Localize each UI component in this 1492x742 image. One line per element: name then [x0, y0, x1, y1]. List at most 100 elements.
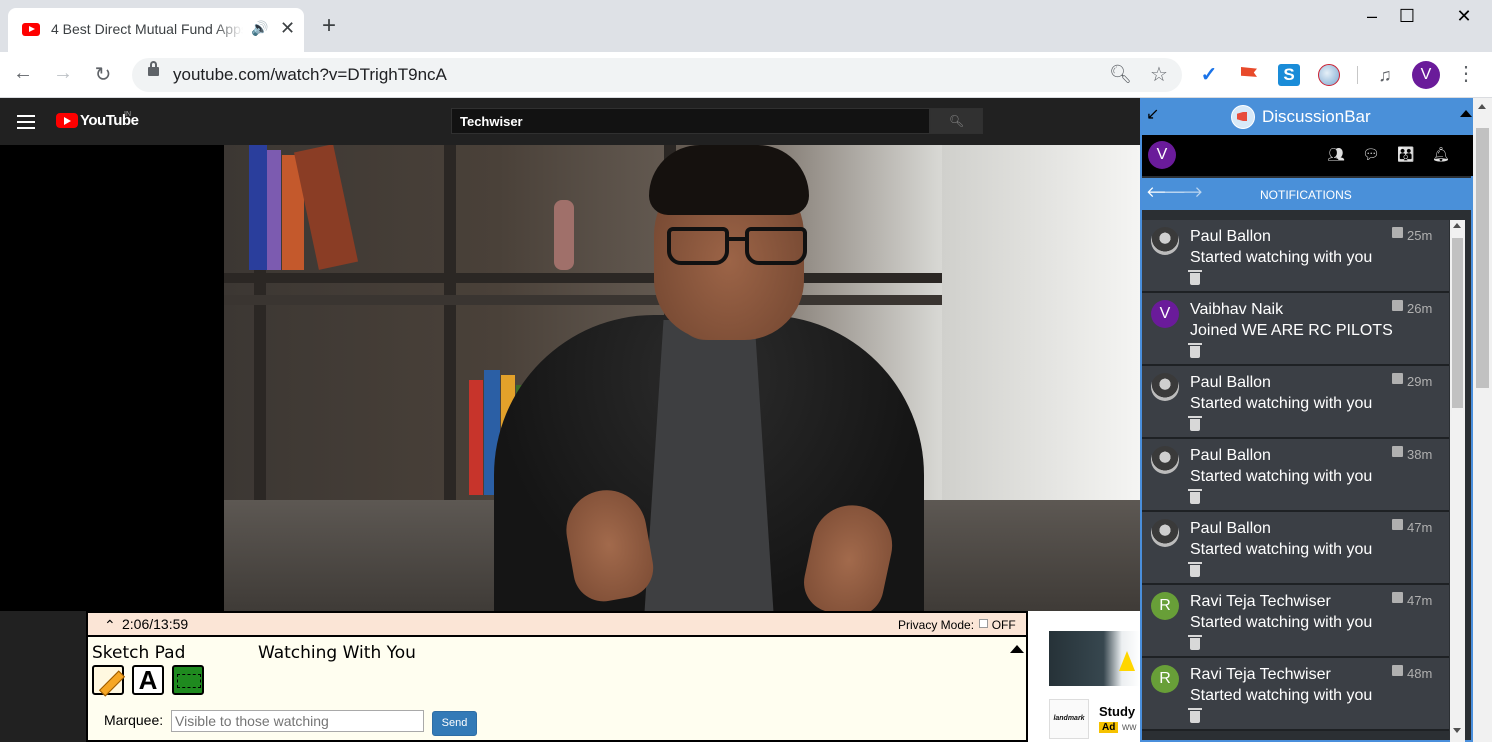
notification-name[interactable]: Ravi Teja Techwiser	[1190, 666, 1331, 684]
trash-icon[interactable]	[1188, 270, 1202, 285]
browser-tab[interactable]: 4 Best Direct Mutual Fund Apps 🔊 ✕	[8, 8, 304, 52]
scroll-up-icon[interactable]	[1478, 104, 1486, 109]
user-avatar[interactable]: V	[1148, 141, 1176, 169]
notifications-nav: 🡐 🡒 NOTIFICATIONS	[1142, 178, 1473, 210]
address-bar[interactable]: youtube.com/watch?v=DTrighT9ncA 🔍︎ ☆	[132, 58, 1182, 92]
forward-icon[interactable]: →	[49, 62, 77, 85]
youtube-search-input[interactable]: Techwiser	[451, 108, 930, 134]
youtube-logo-icon[interactable]	[56, 113, 78, 128]
collapse-triangle-icon[interactable]	[1010, 645, 1024, 653]
notification-name[interactable]: Vaibhav Naik	[1190, 301, 1283, 319]
pencil-tool-icon[interactable]	[92, 665, 124, 695]
calendar-icon	[1392, 665, 1403, 676]
privacy-checkbox[interactable]	[979, 619, 989, 628]
ad-thumbnail[interactable]	[1049, 631, 1140, 686]
notification-name[interactable]: Ravi Teja Techwiser	[1190, 593, 1331, 611]
forward-arrow-icon[interactable]: 🡒	[1163, 182, 1203, 201]
trash-icon[interactable]	[1188, 416, 1202, 431]
sidebar-ad[interactable]: landmark Study A Ad ww	[1028, 611, 1140, 742]
notification-time: 47m	[1407, 593, 1433, 608]
notification-avatar[interactable]	[1151, 446, 1179, 474]
notification-item[interactable]: Paul Ballon Started watching with you 47m	[1142, 512, 1449, 585]
profile-avatar[interactable]: V	[1412, 61, 1440, 89]
speaker-icon[interactable]: 🔊	[251, 20, 268, 37]
trash-icon[interactable]	[1188, 635, 1202, 650]
calendar-icon	[1392, 519, 1403, 530]
discussionbar-header: ↙ DiscussionBar	[1142, 98, 1473, 135]
hamburger-menu-icon[interactable]	[17, 115, 35, 129]
reload-icon[interactable]: ↻	[89, 62, 117, 87]
notification-scrollbar[interactable]	[1450, 220, 1465, 742]
lock-icon[interactable]	[148, 61, 159, 76]
tab-close-icon[interactable]: ✕	[280, 18, 295, 39]
notification-name[interactable]: Paul Ballon	[1190, 228, 1271, 246]
chevron-up-icon[interactable]: ⌃	[104, 617, 116, 634]
chat-icon[interactable]: 💬︎	[1362, 146, 1380, 163]
extension-checkmark-icon[interactable]: ✓	[1198, 64, 1220, 86]
extension-flag-icon[interactable]	[1238, 64, 1260, 86]
notification-avatar[interactable]: V	[1151, 300, 1179, 328]
text-tool-icon[interactable]: A	[132, 665, 164, 695]
notification-message: Started watching with you	[1190, 395, 1373, 412]
groups-icon[interactable]: 👪︎	[1397, 146, 1414, 163]
calendar-icon	[1392, 592, 1403, 603]
resize-arrow-icon[interactable]: ↙	[1146, 104, 1159, 124]
bookmark-star-icon[interactable]: ☆	[1150, 62, 1168, 87]
watching-panel: ⌃ 2:06/13:59 Privacy Mode: OFF Sketch Pa…	[86, 611, 1028, 742]
notification-item[interactable]: Paul Ballon Started watching with you 38m	[1142, 439, 1449, 512]
region-code: IN	[124, 111, 131, 118]
notification-message: Joined WE ARE RC PILOTS	[1190, 322, 1393, 339]
trash-icon[interactable]	[1188, 489, 1202, 504]
zoom-icon[interactable]: 🔍︎	[1109, 64, 1132, 85]
notification-avatar[interactable]	[1151, 519, 1179, 547]
privacy-label: Privacy Mode:	[898, 618, 975, 632]
page-background	[0, 611, 86, 742]
notification-item[interactable]: R Ravi Teja Techwiser Started watching wit…	[1142, 658, 1449, 731]
notification-time: 48m	[1407, 666, 1433, 681]
back-icon[interactable]: ←	[9, 62, 37, 85]
notification-name[interactable]: Paul Ballon	[1190, 520, 1271, 538]
notification-avatar[interactable]: R	[1151, 592, 1179, 620]
notification-avatar[interactable]	[1151, 227, 1179, 255]
notification-name[interactable]: Paul Ballon	[1190, 447, 1271, 465]
notification-item[interactable]: Paul Ballon Started watching with you 25m	[1142, 220, 1449, 293]
scroll-down-icon[interactable]	[1453, 728, 1461, 733]
friends-icon[interactable]: 👥︎	[1327, 146, 1345, 163]
notification-avatar[interactable]: R	[1151, 665, 1179, 693]
extension-s-icon[interactable]: S	[1278, 64, 1300, 86]
notification-message: Started watching with you	[1190, 541, 1373, 558]
media-queue-icon[interactable]: ♫	[1374, 64, 1396, 86]
marquee-input[interactable]	[171, 710, 424, 732]
scroll-up-icon[interactable]	[1453, 223, 1461, 228]
url-text[interactable]: youtube.com/watch?v=DTrighT9ncA	[173, 65, 447, 85]
send-button[interactable]: Send	[432, 711, 477, 736]
new-tab-icon[interactable]: +	[322, 14, 336, 38]
page-scrollbar[interactable]	[1473, 98, 1492, 742]
notification-message: Started watching with you	[1190, 249, 1373, 266]
privacy-state: OFF	[991, 618, 1016, 632]
search-icon[interactable]: 🔍︎	[930, 108, 983, 134]
notification-item[interactable]: V Vaibhav Naik Joined WE ARE RC PILOTS 26m	[1142, 293, 1449, 366]
notification-message: Started watching with you	[1190, 468, 1373, 485]
trash-icon[interactable]	[1188, 708, 1202, 723]
notification-list: Paul Ballon Started watching with you 25m V…	[1142, 220, 1450, 742]
maximize-icon[interactable]: ☐	[1384, 6, 1430, 27]
scroll-thumb[interactable]	[1452, 238, 1463, 408]
trash-icon[interactable]	[1188, 562, 1202, 577]
extension-globe-icon[interactable]	[1318, 64, 1340, 86]
discussionbar-title: DiscussionBar	[1262, 107, 1371, 126]
rectangle-tool-icon[interactable]	[172, 665, 204, 695]
video-player[interactable]	[0, 145, 1140, 611]
window-close-icon[interactable]: ✕	[1441, 6, 1487, 27]
notification-avatar[interactable]	[1151, 373, 1179, 401]
notification-name[interactable]: Paul Ballon	[1190, 374, 1271, 392]
ad-logo[interactable]: landmark	[1049, 699, 1089, 739]
bell-icon[interactable]: 🔔︎	[1432, 146, 1450, 163]
video-time: 2:06/13:59	[122, 616, 189, 632]
notification-item[interactable]: R Ravi Teja Techwiser Started watching wit…	[1142, 585, 1449, 658]
trash-icon[interactable]	[1188, 343, 1202, 358]
notification-item[interactable]: Paul Ballon Started watching with you 29m	[1142, 366, 1449, 439]
browser-menu-icon[interactable]: ⋮	[1456, 62, 1476, 86]
minimize-triangle-icon[interactable]	[1460, 110, 1472, 117]
scroll-thumb[interactable]	[1476, 128, 1489, 388]
